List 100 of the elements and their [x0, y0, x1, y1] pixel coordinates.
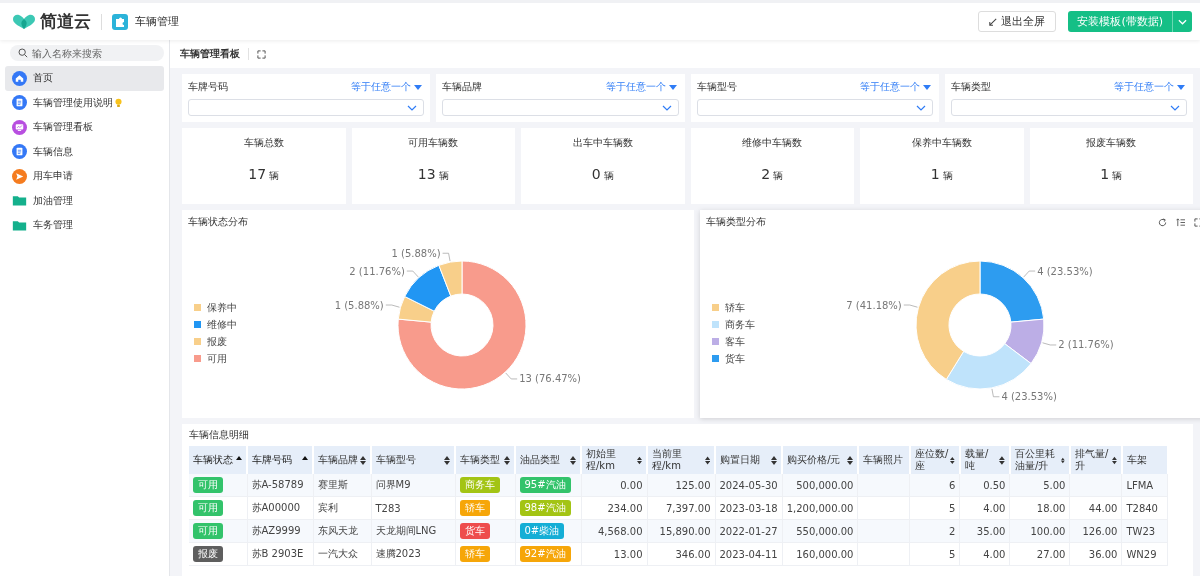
table-cell: 500,000.00 [782, 474, 858, 497]
table-cell: 赛里斯 [313, 474, 371, 497]
table-cell: 5.00 [1009, 474, 1070, 497]
nav-item[interactable]: 车辆信息 [5, 139, 164, 164]
nav-item[interactable]: 车辆管理使用说明 [5, 90, 164, 115]
stat-title: 保养中车辆数 [911, 136, 972, 150]
legend-label: 保养中 [207, 300, 237, 315]
table-cell: 36.00 [1069, 542, 1122, 566]
logo-icon [12, 13, 36, 30]
table-cell: 苏A00000 [247, 496, 313, 520]
table-cell: 问界M9 [371, 474, 455, 497]
table-cell: 苏A-58789 [247, 474, 313, 497]
caret-icon [1177, 84, 1185, 90]
filter-label: 车牌号码 [188, 80, 228, 94]
caret-icon [922, 84, 931, 90]
tag: 95#汽油 [519, 477, 571, 493]
tag: 0#柴油 [519, 523, 565, 539]
table-cell: 18.00 [1009, 496, 1070, 520]
data-label: 7 (41.18%) [846, 299, 902, 311]
tag: 92#汽油 [519, 546, 571, 562]
stat-unit: 辆 [1112, 169, 1123, 183]
legend-label: 轿车 [725, 300, 745, 315]
nav-item[interactable]: 车务管理 [5, 213, 164, 238]
filter-mode-dropdown[interactable]: 等于任意一个 [859, 80, 931, 94]
legend-label: 商务车 [725, 317, 755, 332]
exit-fullscreen-button[interactable]: 退出全屏 [978, 11, 1057, 32]
stat-unit: 辆 [773, 169, 784, 183]
fullscreen-icon[interactable] [257, 49, 266, 59]
table-cell: 44.00 [1069, 496, 1122, 520]
table-cell: 7,397.00 [647, 496, 715, 520]
table-cell: 27.00 [1009, 542, 1070, 566]
chart-title: 车辆状态分布 [188, 215, 248, 229]
sort-icon[interactable] [360, 455, 366, 465]
table-cell: T283 [371, 496, 455, 520]
nav-item[interactable]: 用车申请 [5, 164, 164, 189]
sort-icon[interactable] [1112, 455, 1117, 465]
data-label: 2 (11.76%) [1058, 339, 1114, 351]
stat-unit: 辆 [942, 169, 953, 183]
table-cell: 5 [909, 496, 960, 520]
board-icon [12, 119, 27, 135]
leader-line [505, 372, 518, 380]
table-cell: LFMA [1121, 474, 1168, 497]
legend-label: 客车 [725, 334, 745, 349]
table-cell: 4.00 [959, 496, 1010, 520]
data-label: 1 (5.88%) [334, 299, 384, 311]
tag: 可用 [193, 477, 223, 493]
lightbulb-icon [115, 97, 122, 108]
folder-icon [12, 193, 27, 209]
table-cell: 6 [909, 474, 960, 497]
chevron-down-icon [915, 104, 926, 111]
stat-unit: 辆 [603, 169, 614, 183]
page-title: 车辆管理看板 [180, 47, 240, 61]
filter-label: 车辆类型 [950, 80, 991, 94]
stat-value: 1 [1100, 166, 1110, 182]
document-icon [12, 144, 27, 160]
filter-label: 车辆品牌 [442, 80, 483, 94]
chevron-down-icon [1170, 104, 1180, 111]
stat-value: 2 [761, 166, 771, 182]
tag: 轿车 [459, 546, 490, 562]
stat-title: 报废车辆数 [1086, 136, 1137, 150]
filter-mode-dropdown[interactable]: 等于任意一个 [1114, 80, 1185, 94]
sort-icon[interactable] [637, 455, 642, 465]
tag: 轿车 [459, 500, 490, 516]
sort-icon[interactable] [704, 455, 710, 465]
data-label: 4 (23.53%) [1001, 391, 1057, 403]
table-cell: 0.00 [581, 474, 647, 497]
legend-label: 维修中 [207, 317, 237, 332]
stat-title: 维修中车辆数 [742, 136, 803, 150]
stat-unit: 辆 [269, 169, 280, 183]
leader-line [1042, 342, 1057, 346]
table-cell: WN29 [1121, 542, 1168, 566]
table-cell: 125.00 [647, 474, 715, 497]
filter-mode-dropdown[interactable]: 等于任意一个 [605, 80, 677, 94]
sort-icon[interactable] [950, 455, 955, 465]
sort-icon[interactable] [1061, 455, 1065, 465]
sort-icon[interactable] [846, 455, 853, 465]
leader-line [406, 270, 419, 278]
tag: 货车 [459, 523, 490, 539]
nav-item[interactable]: 首页 [5, 66, 164, 91]
sort-icon[interactable] [570, 455, 576, 465]
search-field[interactable]: 输入名称来搜索 [10, 45, 164, 61]
sort-icon[interactable] [444, 455, 450, 465]
refresh-icon[interactable] [1158, 217, 1167, 227]
legend-label: 货车 [725, 351, 745, 366]
table-cell: 苏B 2903E [247, 542, 313, 566]
sort-icon[interactable] [999, 455, 1005, 465]
leader-line [442, 252, 451, 262]
nav-item[interactable]: 加油管理 [5, 188, 164, 213]
tag: 可用 [193, 500, 223, 516]
data-label: 13 (76.47%) [519, 373, 581, 385]
stat-title: 车辆总数 [243, 136, 284, 150]
filter-mode-dropdown[interactable]: 等于任意一个 [351, 80, 423, 94]
sort-icon[interactable] [771, 455, 778, 465]
sort-icon[interactable] [504, 455, 510, 465]
nav-item[interactable]: 车辆管理看板 [5, 115, 164, 140]
leader-line [385, 304, 400, 308]
fullscreen-icon[interactable] [1194, 217, 1200, 227]
leader-line [1023, 270, 1036, 278]
stat-value: 13 [417, 166, 436, 182]
table-cell: 1,200,000.00 [782, 496, 858, 520]
